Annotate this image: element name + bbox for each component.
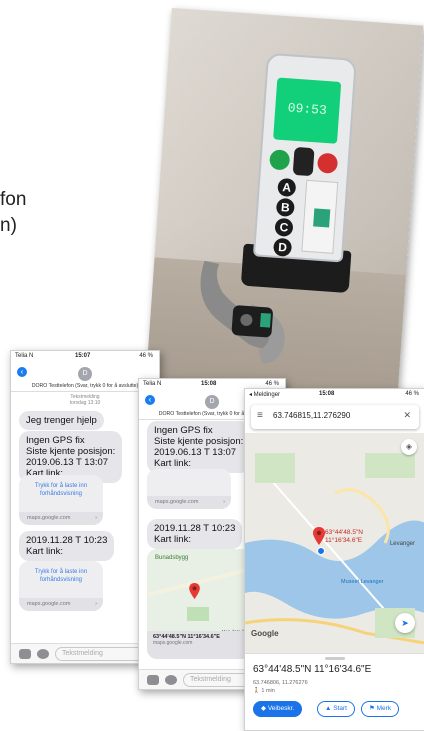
place-sheet: 63°44'48.5"N 11°16'34.6"E 63.746806, 11.… bbox=[245, 653, 424, 730]
clock-label: 15:07 bbox=[75, 353, 91, 359]
place-levanger: Levanger bbox=[389, 541, 415, 547]
map-pin-icon bbox=[189, 583, 200, 599]
map-link-card-2[interactable]: Trykk for å laste inn forhåndsvisning ma… bbox=[19, 561, 103, 611]
device-photo: 09:53 A B C D bbox=[145, 8, 424, 403]
clock-label: 15:08 bbox=[201, 381, 217, 387]
appstore-icon[interactable] bbox=[165, 675, 177, 685]
map-domain-text: maps.google.com bbox=[153, 640, 193, 646]
status-bar: ◂ Meldinger 15:08 46 % bbox=[245, 389, 424, 401]
message-gps: Ingen GPS fix Siste kjente posisjon: 201… bbox=[147, 421, 251, 473]
back-icon[interactable]: ‹ bbox=[145, 395, 155, 405]
save-label: Merk bbox=[376, 705, 392, 712]
current-location-dot bbox=[317, 547, 325, 555]
compose-bar: Tekstmelding bbox=[11, 643, 159, 663]
map-link-card[interactable]: Trykk for å laste inn forhåndsvisning ma… bbox=[19, 475, 103, 525]
place-museum: Museet Levanger bbox=[341, 579, 384, 585]
search-input[interactable]: 63.746815,11.276290 bbox=[273, 411, 350, 420]
key-a: A bbox=[277, 177, 297, 198]
location-pin-icon bbox=[313, 527, 325, 545]
walk-row: 🚶 1 min bbox=[253, 688, 275, 694]
map-place-label: Bunadsbygg bbox=[155, 555, 189, 561]
link-domain-text: maps.google.com bbox=[155, 499, 199, 505]
hangup-button-icon bbox=[316, 152, 339, 174]
back-to-messages[interactable]: ◂ Meldinger bbox=[249, 391, 280, 398]
pin-label: 63°44'48.5"N 11°16'34.6"E bbox=[325, 529, 363, 544]
clock-label: 15:08 bbox=[319, 391, 335, 397]
close-icon[interactable]: ✕ bbox=[403, 410, 411, 421]
place-title: 63°44'48.5"N 11°16'34.6"E bbox=[253, 664, 372, 675]
link-domain-text-2: maps.google.com bbox=[27, 601, 71, 607]
chevron-right-icon: › bbox=[95, 601, 97, 607]
phone-time: 09:53 bbox=[287, 100, 328, 119]
link-domain: maps.google.com › bbox=[147, 496, 231, 509]
directions-label: Veibeskr. bbox=[267, 705, 295, 712]
directions-button[interactable]: ◆ Veibeskr. bbox=[253, 701, 303, 717]
message-meta-date: torsdag 13:10 bbox=[69, 400, 101, 406]
start-label: Start bbox=[333, 705, 347, 712]
avatar[interactable]: D bbox=[78, 367, 92, 381]
map-preview-foot: 63°44'48.5"N 11°16'34.6"E maps.google.co… bbox=[147, 631, 259, 659]
map-preview-card[interactable]: Bunadsbygg Map data ©2019 63°44'48.5"N 1… bbox=[147, 549, 259, 659]
call-button-icon bbox=[268, 149, 291, 171]
directions-icon: ◆ bbox=[261, 705, 266, 712]
key-d: D bbox=[272, 237, 293, 257]
search-bar[interactable]: ≡ 63.746815,11.276290 ✕ bbox=[251, 405, 419, 429]
avatar[interactable]: D bbox=[205, 395, 219, 409]
walk-icon: 🚶 bbox=[253, 688, 260, 694]
contact-name[interactable]: DORO Testtelefon (Svar, trykk 0 for å av… bbox=[15, 383, 155, 389]
link-domain-text: maps.google.com bbox=[27, 515, 71, 521]
green-tab bbox=[313, 208, 331, 228]
map-preview-green bbox=[187, 607, 209, 621]
sheet-handle bbox=[325, 657, 345, 660]
appstore-icon[interactable] bbox=[37, 649, 49, 659]
battery-label: 46 % bbox=[405, 391, 419, 397]
key-c: C bbox=[274, 217, 294, 237]
map-link-card[interactable]: maps.google.com › bbox=[147, 469, 231, 509]
slide-text-line-1: fon bbox=[0, 189, 27, 210]
navigate-button[interactable]: ➤ bbox=[395, 613, 415, 633]
battery-label: 46 % bbox=[265, 381, 279, 387]
status-bar: Telia N 15:07 46 % bbox=[11, 351, 159, 363]
carrier-label: Telia N bbox=[15, 353, 34, 359]
slide-text-line-2: n) bbox=[0, 215, 17, 236]
message-second: 2019.11.28 T 10:23 Kart link: bbox=[19, 531, 115, 561]
link-domain-2: maps.google.com › bbox=[19, 598, 103, 611]
doro-phone: 09:53 A B C D bbox=[252, 52, 357, 263]
camera-icon[interactable] bbox=[147, 675, 159, 685]
slide-text: fon n) bbox=[0, 187, 26, 239]
back-icon[interactable]: ‹ bbox=[17, 367, 27, 377]
layers-icon[interactable]: ◈ bbox=[401, 439, 417, 455]
place-coords: 63.746806, 11.276276 bbox=[253, 680, 308, 686]
map-view[interactable]: ◈ 63°44'48.5"N 11°16'34.6"E Levanger Mus… bbox=[245, 433, 424, 653]
start-icon: ▲ bbox=[325, 705, 332, 712]
message-help: Jeg trenger hjelp bbox=[19, 411, 104, 430]
nav-button-icon bbox=[292, 146, 315, 177]
carrier-label: Telia N bbox=[143, 381, 162, 387]
message-second: 2019.11.28 T 10:23 Kart link: bbox=[147, 519, 243, 549]
camera-icon[interactable] bbox=[19, 649, 31, 659]
save-button[interactable]: ⚑ Merk bbox=[361, 701, 400, 717]
map-preview-road bbox=[148, 565, 258, 597]
phone-screen: 09:53 bbox=[273, 77, 342, 144]
start-button[interactable]: ▲ Start bbox=[317, 701, 355, 717]
link-domain: maps.google.com › bbox=[19, 512, 103, 525]
walk-time: 1 min bbox=[261, 688, 275, 694]
chevron-right-icon: › bbox=[223, 499, 225, 505]
maps-screenshot: ◂ Meldinger 15:08 46 % ≡ 63.746815,11.27… bbox=[244, 388, 424, 731]
key-b: B bbox=[275, 197, 295, 217]
flag-icon: ⚑ bbox=[369, 705, 375, 712]
chevron-right-icon: › bbox=[95, 515, 97, 521]
battery-label: 46 % bbox=[139, 353, 153, 359]
google-logo: Google bbox=[251, 629, 279, 638]
thread-divider bbox=[11, 391, 159, 392]
link-preview-text: Trykk for å laste inn forhåndsvisning bbox=[34, 483, 88, 497]
link-preview-text-2: Trykk for å laste inn forhåndsvisning bbox=[34, 569, 88, 583]
menu-icon[interactable]: ≡ bbox=[257, 410, 263, 421]
